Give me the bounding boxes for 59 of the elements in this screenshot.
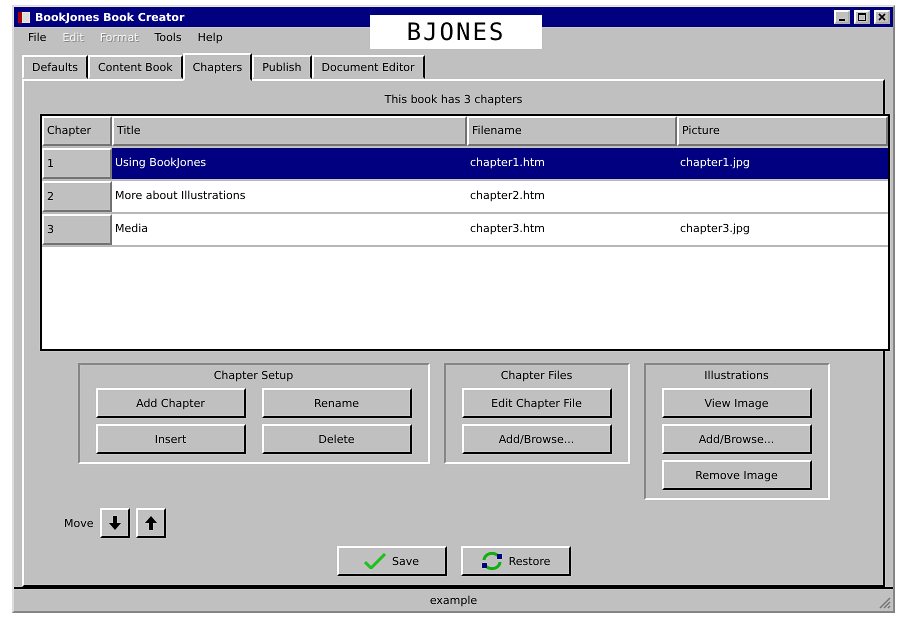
maximize-button[interactable] bbox=[854, 10, 870, 24]
tab[interactable]: Defaults bbox=[22, 55, 88, 79]
group-title: Chapter Files bbox=[500, 369, 572, 382]
tab[interactable]: Chapters bbox=[182, 53, 252, 81]
resize-grip-icon bbox=[879, 597, 891, 609]
action-button[interactable]: Add/Browse... bbox=[462, 424, 612, 454]
action-button[interactable]: Delete bbox=[262, 424, 412, 454]
group-title: Illustrations bbox=[704, 369, 769, 382]
tab[interactable]: Content Book bbox=[88, 55, 183, 79]
table-cell-text: chapter2.htm bbox=[469, 188, 546, 204]
table-cell-text: chapter3.jpg bbox=[679, 221, 751, 237]
table-cell-text: chapter3.htm bbox=[469, 221, 546, 237]
table-cell-text: More about Illustrations bbox=[114, 188, 246, 204]
checkmark-icon bbox=[364, 553, 386, 569]
row-header: 2 bbox=[42, 181, 112, 212]
action-button[interactable]: Insert bbox=[96, 424, 246, 454]
chapter-count: This book has 3 chapters bbox=[384, 93, 522, 106]
table-row[interactable]: 1 Using BookJones chapter1.htm chapter1.jpg bbox=[42, 148, 888, 181]
action-button[interactable]: Edit Chapter File bbox=[462, 388, 612, 418]
column-header[interactable]: Picture bbox=[677, 116, 888, 146]
table-cell-text: Media bbox=[114, 221, 150, 237]
close-icon bbox=[878, 12, 886, 20]
move-up-button[interactable] bbox=[136, 508, 166, 538]
save-button[interactable]: Save bbox=[336, 546, 446, 576]
refresh-icon bbox=[480, 551, 503, 571]
maximize-icon bbox=[858, 12, 866, 20]
move-label: Move bbox=[64, 516, 94, 530]
row-header: 3 bbox=[42, 214, 112, 245]
action-button[interactable]: Rename bbox=[262, 388, 412, 418]
up-arrow-icon bbox=[144, 516, 156, 530]
group-title: Chapter Setup bbox=[214, 369, 294, 382]
action-button[interactable]: Remove Image bbox=[662, 460, 812, 490]
column-header[interactable]: Title bbox=[112, 116, 467, 146]
minimize-button[interactable] bbox=[834, 10, 850, 24]
table-row[interactable]: 3 Media chapter3.htm chapter3.jpg bbox=[42, 214, 888, 247]
table-cell-text: chapter1.jpg bbox=[679, 155, 751, 171]
move-down-button[interactable] bbox=[100, 508, 130, 538]
row-header: 1 bbox=[42, 148, 112, 179]
action-button[interactable]: Add/Browse... bbox=[662, 424, 812, 454]
down-arrow-icon bbox=[108, 516, 120, 530]
status-text: example bbox=[430, 594, 478, 606]
restore-button[interactable]: Restore bbox=[460, 546, 570, 576]
book-icon bbox=[17, 10, 31, 24]
menu-item[interactable]: Help bbox=[198, 31, 223, 45]
user-badge: BJONES bbox=[370, 15, 542, 49]
tab[interactable]: Publish bbox=[252, 55, 312, 79]
menu-item[interactable]: File bbox=[28, 31, 46, 45]
menu-item[interactable]: Tools bbox=[154, 31, 182, 45]
close-button[interactable] bbox=[874, 10, 890, 24]
tab[interactable]: Document Editor bbox=[312, 55, 425, 79]
action-button[interactable]: View Image bbox=[662, 388, 812, 418]
column-header[interactable]: Chapter bbox=[42, 116, 112, 146]
window-title: BookJones Book Creator bbox=[35, 10, 186, 24]
minimize-icon bbox=[839, 18, 845, 20]
table-cell-text: Using BookJones bbox=[114, 155, 208, 171]
table-cell-text: chapter1.htm bbox=[469, 155, 546, 171]
table-row[interactable]: 2 More about Illustrations chapter2.htm bbox=[42, 181, 888, 214]
column-header[interactable]: Filename bbox=[467, 116, 677, 146]
action-button[interactable]: Add Chapter bbox=[96, 388, 246, 418]
